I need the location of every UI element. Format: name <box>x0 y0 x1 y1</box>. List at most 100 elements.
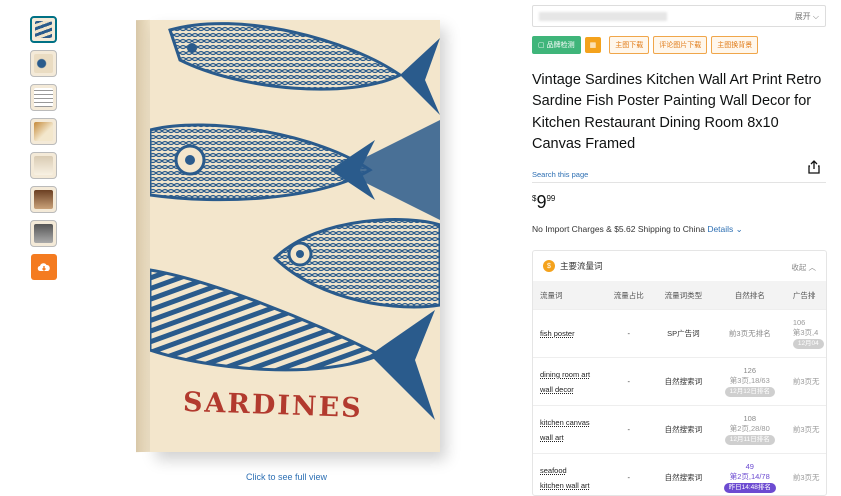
thumbnail-5[interactable] <box>30 152 57 179</box>
thumbnail-4[interactable] <box>30 118 57 145</box>
thumbnail-image <box>34 54 53 73</box>
column-header-keyword: 流量词 <box>540 290 563 300</box>
rank-date-badge: 昨日14:48排名 <box>723 483 776 493</box>
blurred-search-text <box>539 12 667 21</box>
keyword-type: 自然搜索词 <box>664 425 703 434</box>
table-row: fish poster - SP广告词 前3页无排名 106 第3页,4 12月… <box>533 309 826 357</box>
keyword-link[interactable]: seafood <box>540 463 603 478</box>
ad-rank-date: 12月04 <box>792 339 824 349</box>
share-icon-svg <box>808 160 820 174</box>
table-row: seafood kitchen wall art - 自然搜索词 49 第2页,… <box>533 453 826 495</box>
natural-rank-page: 第3页,18/63 <box>729 376 770 385</box>
panel-header: $ 主要流量词 收起 ︿ <box>533 251 826 281</box>
ad-rank: 前3页无 <box>792 472 820 482</box>
keyword-type: SP广告词 <box>667 329 700 338</box>
thumbnail-2[interactable] <box>30 50 57 77</box>
natural-rank: 126 <box>743 366 757 375</box>
fish-1 <box>168 22 440 115</box>
thumbnail-image <box>34 88 53 107</box>
calculator-icon[interactable]: ▦ <box>584 37 602 53</box>
canvas-edge <box>136 19 150 453</box>
coin-icon: $ <box>543 260 555 272</box>
keyword-link[interactable]: wall decor <box>540 382 603 397</box>
keyword-link[interactable]: dining room art <box>540 367 603 382</box>
chevron-down-icon: ⌄ <box>735 224 743 234</box>
fish-4 <box>272 218 440 309</box>
traffic-keywords-panel: $ 主要流量词 收起 ︿ 流量词 流量占比 流量词类型 自然排名 广告排 fis… <box>532 250 827 496</box>
chevron-up-icon: ︿ <box>808 263 817 272</box>
product-title: Vintage Sardines Kitchen Wall Art Print … <box>532 72 822 152</box>
natural-rank-page: 第2页,14/78 <box>729 472 770 481</box>
traffic-share: - <box>627 473 631 482</box>
thumbnail-image <box>34 122 53 141</box>
thumbnail-image <box>34 224 53 243</box>
keyword-link[interactable]: fish poster <box>540 326 603 341</box>
details-label: Details <box>707 224 734 234</box>
column-header-type: 流量词类型 <box>664 290 703 300</box>
traffic-share: - <box>627 425 631 434</box>
expand-label: 展开 <box>794 12 811 21</box>
table-row: kitchen canvas wall art - 自然搜索词 108 第2页,… <box>533 405 826 453</box>
chevron-down-icon: ⌵ <box>812 12 819 21</box>
review-image-download-button[interactable]: 评论图片下载 <box>653 36 708 54</box>
shield-icon: ▢ <box>538 42 545 49</box>
tool-tags: ▢ 品牌检测 ▦ 主图下载 评论图片下载 主图换背景 <box>532 36 759 54</box>
expand-toggle[interactable]: 展开 ⌵ <box>795 11 819 22</box>
see-full-view-link[interactable]: Click to see full view <box>246 472 327 482</box>
traffic-share: - <box>627 329 631 338</box>
price-whole: 9 <box>536 192 547 212</box>
thumbnail-image <box>34 156 53 175</box>
table-header: 流量词 流量占比 流量词类型 自然排名 广告排 <box>533 281 826 309</box>
share-icon[interactable] <box>808 160 820 177</box>
shipping-info: No Import Charges & $5.62 Shipping to Ch… <box>532 224 743 235</box>
keyword-link[interactable]: kitchen wall art <box>540 478 603 493</box>
rank-date-badge: 12月11日排名 <box>724 435 775 445</box>
thumbnail-6[interactable] <box>30 186 57 213</box>
brand-check-button[interactable]: ▢ 品牌检测 <box>532 36 581 54</box>
main-product-image[interactable]: SARDINES <box>98 14 478 464</box>
ad-rank: 前3页无 <box>792 424 820 434</box>
divider <box>532 182 826 183</box>
cloud-download-icon-svg <box>37 263 50 271</box>
thumbnail-image <box>34 190 53 209</box>
natural-rank: 前3页无排名 <box>728 328 771 338</box>
search-this-page-link[interactable]: Search this page <box>532 170 588 179</box>
keyword-type: 自然搜索词 <box>664 473 703 482</box>
keyword-type: 自然搜索词 <box>664 377 703 386</box>
collapse-toggle[interactable]: 收起 ︿ <box>791 262 816 273</box>
natural-rank: 108 <box>743 414 757 423</box>
brand-check-label: 品牌检测 <box>546 42 575 49</box>
natural-rank: 49 <box>745 462 754 471</box>
natural-rank-page: 第2页,28/80 <box>729 424 770 433</box>
column-header-share: 流量占比 <box>613 290 644 300</box>
table-row: dining room art wall decor - 自然搜索词 126 第… <box>533 357 826 405</box>
collapse-label: 收起 <box>791 263 807 272</box>
keyword-link[interactable]: wall art <box>540 430 603 445</box>
price-currency: $ <box>532 194 537 203</box>
rank-date-badge: 12月12日排名 <box>724 387 775 397</box>
poster-title-text: SARDINES <box>182 386 364 425</box>
thumbnail-image <box>35 21 52 38</box>
price: $999 <box>532 192 555 213</box>
column-header-natural-rank: 自然排名 <box>734 290 765 300</box>
thumbnail-3[interactable] <box>30 84 57 111</box>
fish-2 <box>150 123 373 202</box>
thumbnail-strip <box>30 16 58 280</box>
keyword-search-input[interactable]: 展开 ⌵ <box>532 5 826 27</box>
ad-rank: 前3页无 <box>792 376 820 386</box>
cloud-download-icon[interactable] <box>31 254 57 280</box>
shipping-text: No Import Charges & $5.62 Shipping to Ch… <box>532 224 705 234</box>
keyword-link[interactable]: kitchen canvas <box>540 415 603 430</box>
ad-rank-page: 第3页,4 <box>792 328 819 337</box>
panel-title: 主要流量词 <box>560 261 603 271</box>
price-fraction: 99 <box>546 194 556 203</box>
traffic-share: - <box>627 377 631 386</box>
details-link[interactable]: Details ⌄ <box>707 224 742 234</box>
column-header-ad-rank: 广告排 <box>792 290 816 300</box>
main-image-download-button[interactable]: 主图下载 <box>609 36 650 54</box>
ad-rank-value: 106 <box>792 318 806 327</box>
main-image-background-button[interactable]: 主图换背景 <box>711 36 759 54</box>
thumbnail-1[interactable] <box>30 16 57 43</box>
fish-3 <box>330 120 440 220</box>
thumbnail-7[interactable] <box>30 220 57 247</box>
